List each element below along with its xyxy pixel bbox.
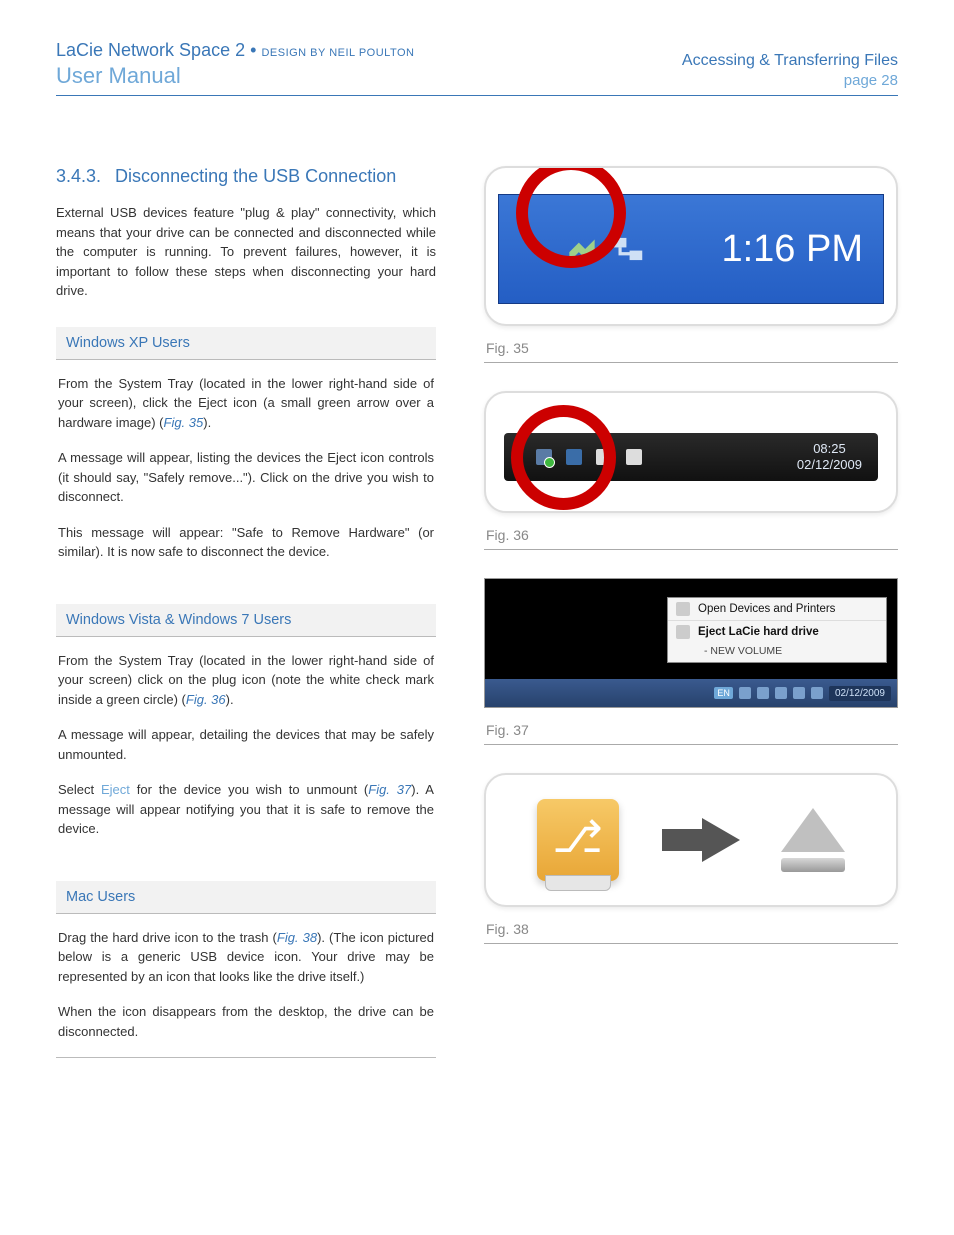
volume-icon[interactable] bbox=[626, 449, 642, 465]
end-rule bbox=[56, 1057, 436, 1058]
page-number: page 28 bbox=[682, 72, 898, 89]
intro-paragraph: External USB devices feature "plug & pla… bbox=[56, 203, 436, 301]
header-right: Accessing & Transferring Files page 28 bbox=[682, 52, 898, 89]
usb-symbol-icon: ⎇ bbox=[552, 812, 603, 863]
figref-36[interactable]: Fig. 36 bbox=[186, 692, 226, 707]
usb-drive-icon: ⎇ bbox=[537, 799, 619, 881]
figref-38[interactable]: Fig. 38 bbox=[277, 930, 317, 945]
volume-icon[interactable] bbox=[811, 687, 823, 699]
product-line: LaCie Network Space 2 • DESIGN BY NEIL P… bbox=[56, 40, 414, 61]
tray-icon[interactable] bbox=[775, 687, 787, 699]
clock-time: 08:25 bbox=[797, 441, 862, 457]
figref-37[interactable]: Fig. 37 bbox=[368, 782, 411, 797]
eject-context-menu: Open Devices and Printers Eject LaCie ha… bbox=[667, 597, 887, 663]
xp-p1: From the System Tray (located in the low… bbox=[56, 374, 436, 433]
arrow-right-icon bbox=[702, 818, 740, 862]
vista-p3a: Select bbox=[58, 782, 101, 797]
vista-p3: Select Eject for the device you wish to … bbox=[56, 780, 436, 839]
subhead-xp: Windows XP Users bbox=[56, 327, 436, 360]
caption-38: Fig. 38 bbox=[486, 921, 898, 937]
xp-p2: A message will appear, listing the devic… bbox=[56, 448, 436, 507]
fig-rule bbox=[484, 943, 898, 944]
vista-p1a: From the System Tray (located in the low… bbox=[58, 653, 434, 707]
subhead-vista: Windows Vista & Windows 7 Users bbox=[56, 604, 436, 637]
menu-open-devices[interactable]: Open Devices and Printers bbox=[668, 598, 886, 620]
taskbar-date: 02/12/2009 bbox=[829, 686, 891, 701]
taskbar-clock: 1:16 PM bbox=[721, 228, 863, 271]
manual-label: User Manual bbox=[56, 63, 414, 89]
figure-36: 08:25 02/12/2009 bbox=[484, 391, 898, 513]
heading-number: 3.4.3. bbox=[56, 166, 101, 187]
figure-35: 1:16 PM bbox=[484, 166, 898, 326]
page-header: LaCie Network Space 2 • DESIGN BY NEIL P… bbox=[56, 40, 898, 96]
taskbar-clock-vista: 08:25 02/12/2009 bbox=[789, 439, 870, 474]
fig-rule bbox=[484, 549, 898, 550]
product-name: LaCie Network Space 2 bbox=[56, 40, 245, 60]
design-credit: DESIGN BY NEIL POULTON bbox=[261, 47, 414, 59]
tray-icon[interactable] bbox=[793, 687, 805, 699]
vista-p3b: for the device you wish to unmount ( bbox=[130, 782, 368, 797]
mac-p1a: Drag the hard drive icon to the trash ( bbox=[58, 930, 277, 945]
menu-label: Eject LaCie hard drive bbox=[698, 626, 819, 638]
devices-icon bbox=[676, 602, 690, 616]
section-heading: 3.4.3. Disconnecting the USB Connection bbox=[56, 166, 436, 187]
eject-triangle-icon bbox=[781, 808, 845, 852]
figure-37: Open Devices and Printers Eject LaCie ha… bbox=[484, 578, 898, 708]
menu-label: Open Devices and Printers bbox=[698, 603, 835, 615]
xp-p3: This message will appear: "Safe to Remov… bbox=[56, 523, 436, 562]
vista-p1b: ). bbox=[226, 692, 234, 707]
vista-p2: A message will appear, detailing the dev… bbox=[56, 725, 436, 764]
fig-rule bbox=[484, 744, 898, 745]
tray-icon[interactable] bbox=[739, 687, 751, 699]
menu-volume-label[interactable]: - NEW VOLUME bbox=[668, 643, 886, 662]
heading-title: Disconnecting the USB Connection bbox=[115, 166, 396, 187]
figures-column: 1:16 PM Fig. 35 08:25 02/12/2009 Fig. 36 bbox=[484, 166, 898, 1058]
eject-bar-icon bbox=[781, 858, 845, 872]
header-left: LaCie Network Space 2 • DESIGN BY NEIL P… bbox=[56, 40, 414, 89]
separator: • bbox=[250, 40, 256, 60]
vista-p1: From the System Tray (located in the low… bbox=[56, 651, 436, 710]
trash-eject-icon bbox=[781, 808, 845, 872]
fig-rule bbox=[484, 362, 898, 363]
caption-35: Fig. 35 bbox=[486, 340, 898, 356]
caption-37: Fig. 37 bbox=[486, 722, 898, 738]
mac-p2: When the icon disappears from the deskto… bbox=[56, 1002, 436, 1041]
win7-taskbar: EN 02/12/2009 bbox=[485, 679, 897, 707]
highlight-circle-icon bbox=[511, 405, 616, 510]
xp-p1a: From the System Tray (located in the low… bbox=[58, 376, 434, 430]
section-title: Accessing & Transferring Files bbox=[682, 52, 898, 70]
figref-35[interactable]: Fig. 35 bbox=[164, 415, 204, 430]
xp-p1b: ). bbox=[203, 415, 211, 430]
figure-38: ⎇ bbox=[484, 773, 898, 907]
caption-36: Fig. 36 bbox=[486, 527, 898, 543]
eject-link: Eject bbox=[101, 782, 130, 797]
language-badge[interactable]: EN bbox=[714, 687, 733, 699]
content-column: 3.4.3. Disconnecting the USB Connection … bbox=[56, 166, 436, 1058]
mac-p1: Drag the hard drive icon to the trash (F… bbox=[56, 928, 436, 987]
menu-eject-drive[interactable]: Eject LaCie hard drive bbox=[668, 620, 886, 643]
clock-date: 02/12/2009 bbox=[797, 457, 862, 473]
tray-icon[interactable] bbox=[757, 687, 769, 699]
drive-icon bbox=[676, 625, 690, 639]
subhead-mac: Mac Users bbox=[56, 881, 436, 914]
